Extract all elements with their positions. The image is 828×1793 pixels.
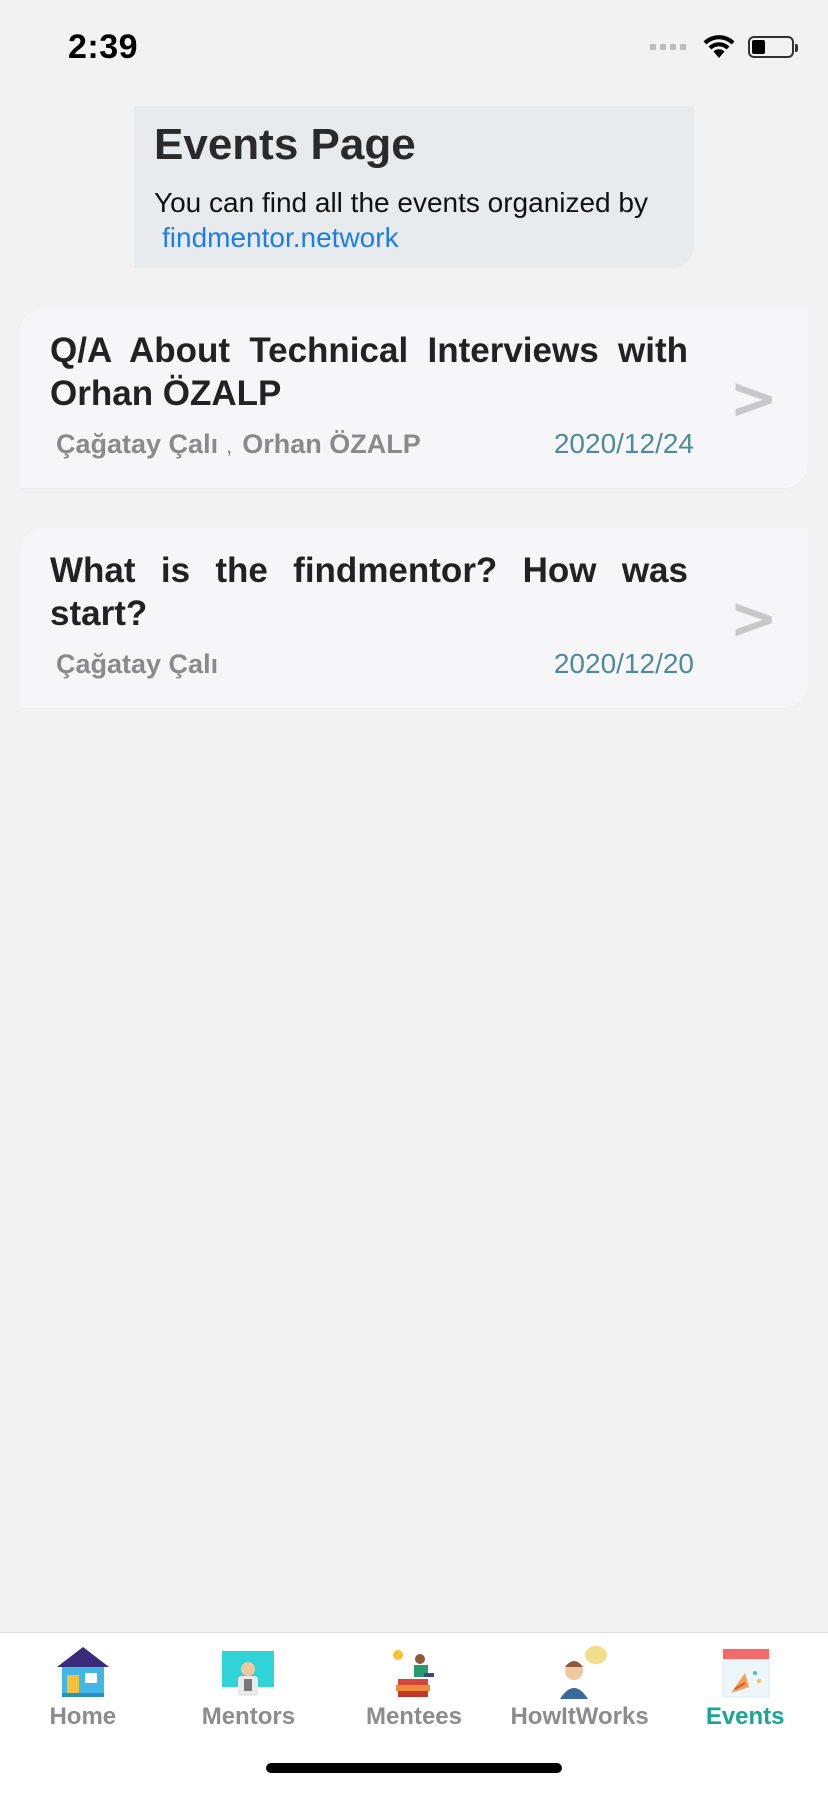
event-date: 2020/12/20 [553,648,694,679]
tab-events[interactable]: Events [663,1643,828,1743]
page-title: Events Page [154,120,416,169]
event-speakers: Çağatay Çalı, Orhan ÖZALP [56,429,421,460]
events-header: Events Page You can find all the events … [134,106,694,268]
wifi-icon [703,35,735,58]
event-meta: Çağatay Çalı 2020/12/20 [56,648,694,680]
speaker-name: Orhan ÖZALP [242,428,421,459]
status-bar: 2:39 [0,0,828,96]
event-card[interactable]: Q/A About Technical Interviews with Orha… [20,308,808,488]
event-meta: Çağatay Çalı, Orhan ÖZALP 2020/12/24 [56,428,694,460]
mentor-icon [222,1651,275,1696]
speaker-name: Çağatay Çalı [56,428,219,459]
event-date: 2020/12/24 [553,428,694,459]
page-subtitle: You can find all the events organized by… [154,185,674,255]
status-time: 2:39 [68,28,139,66]
tab-label: Home [49,1703,117,1730]
tab-bar: Home Mentors Mentees HowItWorks Events [0,1632,828,1793]
event-speakers: Çağatay Çalı [56,649,218,680]
findmentor-link[interactable]: findmentor.network [162,220,399,255]
chevron-right-icon[interactable]: > [729,364,778,432]
home-indicator [266,1763,562,1773]
chevron-right-icon[interactable]: > [729,584,778,652]
tab-label: Mentees [365,1703,462,1730]
page-subtitle-text: You can find all the events organized by [154,186,648,218]
tab-home[interactable]: Home [0,1643,165,1743]
tab-label: HowItWorks [510,1703,649,1730]
events-icon [722,1648,770,1698]
event-card[interactable]: What is the findmentor? How was start? Ç… [20,528,808,708]
speaker-separator: , [226,432,233,458]
status-icons [650,34,798,60]
event-title: Q/A About Technical Interviews with Orha… [50,331,688,413]
tab-mentees[interactable]: Mentees [331,1643,496,1743]
tab-label: Mentors [201,1703,296,1730]
cellular-signal-icon [650,44,686,50]
tab-label: Events [705,1703,785,1730]
tab-how-it-works[interactable]: HowItWorks [497,1643,662,1743]
speaker-name: Çağatay Çalı [56,648,219,679]
battery-icon [748,36,798,58]
mentee-icon [392,1650,434,1697]
battery-level [752,40,765,54]
tab-mentors[interactable]: Mentors [166,1643,331,1743]
home-icon [56,1647,109,1697]
how-it-works-icon [559,1646,607,1699]
event-title: What is the findmentor? How was start? [50,551,688,633]
